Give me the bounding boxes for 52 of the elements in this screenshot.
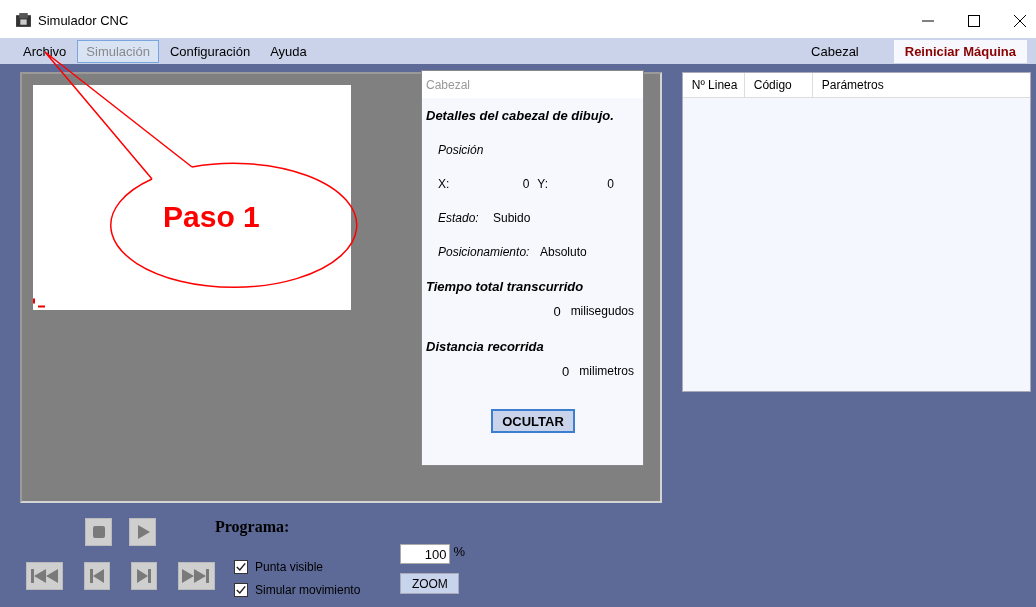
stop-icon [91, 525, 106, 539]
close-icon[interactable] [1014, 14, 1026, 27]
menu-item[interactable]: Cabezal [802, 39, 868, 63]
stop-button[interactable] [85, 518, 112, 546]
distance-heading: Distancia recorrida [426, 339, 545, 354]
position-label: Posición [438, 143, 485, 157]
time-heading: Tiempo total transcurrido [426, 279, 585, 294]
positioning-label: Posicionamiento: [438, 245, 531, 259]
rewind-icon [30, 569, 59, 583]
checkbox-label: Simular movimiento [255, 583, 361, 597]
distance-unit: milimetros [579, 364, 634, 379]
distance-value: 0 [562, 364, 570, 379]
panel-heading: Detalles del cabezal de dibujo. [426, 108, 615, 123]
column-header[interactable]: Código [744, 73, 813, 97]
checkbox[interactable] [234, 560, 248, 574]
x-value: 0 [521, 177, 530, 191]
app-icon [15, 13, 32, 28]
step-back-icon [90, 569, 105, 583]
callout-text: Paso 1 [163, 200, 260, 234]
x-label: X: [438, 177, 450, 191]
y-value: 0 [607, 177, 616, 191]
time-unit: milisegudos [570, 304, 634, 319]
column-header[interactable]: Nº Linea [682, 73, 745, 97]
menu-item[interactable]: Reiniciar Máquina [893, 39, 1027, 63]
positioning-value: Absoluto [540, 245, 587, 259]
program-heading: Programa: [215, 518, 291, 536]
menu-item[interactable]: Archivo [14, 39, 76, 63]
window-title: Simulador CNC [38, 13, 129, 28]
play-icon [135, 525, 150, 539]
step-forward-button[interactable] [131, 562, 157, 590]
y-label: Y: [537, 177, 550, 191]
fast-forward-icon [182, 569, 211, 583]
play-button[interactable] [129, 518, 156, 546]
percent-label: % [453, 544, 465, 559]
state-value: Subido [493, 211, 531, 225]
fast-forward-button[interactable] [177, 562, 215, 590]
maximize-icon[interactable] [968, 14, 980, 27]
step-back-button[interactable] [84, 562, 110, 590]
time-value: 0 [553, 304, 561, 319]
zoom-field[interactable]: 100 [400, 544, 451, 564]
state-label: Estado: [438, 211, 480, 225]
menu-item[interactable]: Ayuda [261, 39, 316, 63]
pen-marker-icon [33, 296, 45, 310]
column-header[interactable]: Parámetros [812, 73, 1030, 97]
panel-title: Cabezal [426, 77, 471, 92]
rewind-button[interactable] [26, 562, 64, 590]
checkbox[interactable] [234, 583, 248, 597]
zoom-button[interactable]: ZOOM [400, 573, 460, 594]
step-forward-icon [136, 569, 151, 583]
checkbox-label: Punta visible [255, 560, 324, 574]
menu-item[interactable]: Configuración [160, 39, 260, 63]
hide-button[interactable]: OCULTAR [491, 409, 575, 433]
